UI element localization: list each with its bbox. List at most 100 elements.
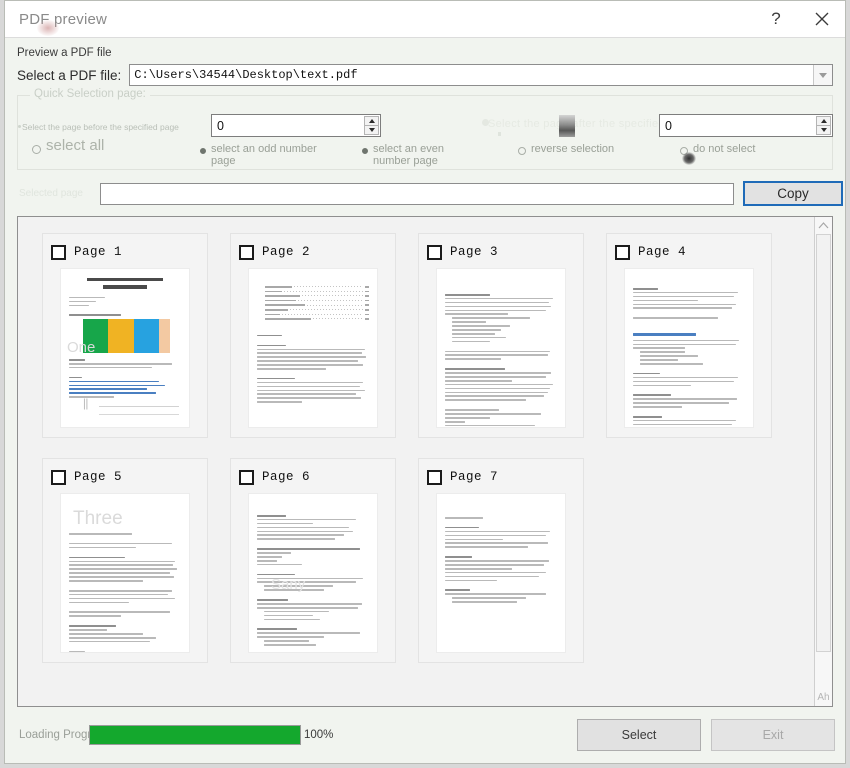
page-card-header: Page 4 — [615, 242, 763, 262]
page-watermark: Sany — [271, 576, 305, 593]
after-page-spinner[interactable]: 0 — [659, 114, 833, 137]
page-label: Page 2 — [262, 245, 310, 259]
page-thumbnail[interactable] — [436, 493, 566, 653]
page-card-header: Page 3 — [427, 242, 575, 262]
doc-subtitle-line — [103, 285, 148, 288]
signature-glyph: || — [83, 395, 88, 411]
before-page-spin-up[interactable] — [364, 116, 379, 126]
radio-select-all[interactable]: select all — [32, 140, 104, 154]
page-label: Page 6 — [262, 470, 310, 484]
pdf-path-combobox[interactable]: C:\Users\34544\Desktop\text.pdf — [129, 64, 833, 86]
page-thumbnail[interactable]: One || — [60, 268, 190, 428]
after-page-value: 0 — [660, 119, 672, 133]
help-button[interactable]: ? — [753, 1, 799, 37]
scroll-down-button[interactable]: Ah — [815, 689, 832, 706]
radio-icon — [518, 147, 526, 155]
page-card-header: Page 2 — [239, 242, 387, 262]
loading-progress-bar — [89, 725, 301, 745]
dialog-body: Preview a PDF file Select a PDF file: C:… — [5, 38, 845, 707]
radio-icon — [200, 148, 206, 154]
blue-heading — [633, 333, 696, 335]
before-page-label: Select the page before the specified pag… — [22, 122, 179, 132]
pdf-path-value: C:\Users\34544\Desktop\text.pdf — [130, 68, 357, 82]
table-cell-peach — [159, 319, 170, 353]
page-card[interactable]: Page 2 — [230, 233, 396, 438]
page-card[interactable]: Page 3 — [418, 233, 584, 438]
progress-percent: 100% — [304, 729, 333, 741]
triangle-down-icon — [821, 128, 827, 132]
after-page-spin-buttons[interactable] — [816, 116, 831, 135]
toc-entry — [265, 314, 369, 316]
triangle-up-icon — [821, 119, 827, 123]
radio-select-even-label: select an even number page — [373, 144, 481, 167]
before-page-spin-buttons[interactable] — [364, 116, 379, 135]
quick-selection-title: Quick Selection page: — [30, 88, 150, 100]
close-icon — [814, 11, 830, 27]
page-watermark: Three — [73, 508, 123, 530]
progress-fill — [90, 726, 300, 744]
dialog-footer: Loading Progress 100% Select Exit — [5, 707, 845, 763]
page-card[interactable]: Page 4 — [606, 233, 772, 438]
page-label: Page 3 — [450, 245, 498, 259]
triangle-down-icon — [369, 128, 375, 132]
page-thumbnail[interactable] — [248, 268, 378, 428]
preview-section-label: Preview a PDF file — [17, 47, 833, 59]
page-card-header: Page 5 — [51, 467, 199, 487]
page-checkbox[interactable] — [615, 245, 630, 260]
page-card[interactable]: Page 7 — [418, 458, 584, 663]
chevron-down-icon — [819, 73, 827, 78]
radio-reverse-selection[interactable]: reverse selection — [518, 144, 614, 156]
after-page-spin-up[interactable] — [816, 116, 831, 126]
selected-pages-input[interactable] — [100, 183, 734, 205]
page-card-header: Page 1 — [51, 242, 199, 262]
page-checkbox[interactable] — [51, 470, 66, 485]
page-checkbox[interactable] — [427, 470, 442, 485]
exit-button[interactable]: Exit — [711, 719, 835, 751]
radio-icon — [32, 145, 41, 154]
window-controls: ? — [753, 1, 845, 37]
toc-entry — [265, 304, 369, 306]
table-cell-blue — [134, 319, 159, 353]
page-card[interactable]: Page 6 — [230, 458, 396, 663]
file-select-label: Select a PDF file: — [17, 68, 121, 83]
radio-select-odd[interactable]: select an odd number page — [200, 144, 319, 167]
file-select-row: Select a PDF file: C:\Users\34544\Deskto… — [17, 64, 833, 86]
page-card[interactable]: Page 5 — [42, 458, 208, 663]
radio-icon — [362, 148, 368, 154]
spinner-row: Select the page before the specified pag… — [18, 114, 832, 138]
thumbnail-scrollbar[interactable]: Ah — [814, 217, 832, 706]
page-checkbox[interactable] — [51, 245, 66, 260]
select-button[interactable]: Select — [577, 719, 701, 751]
thumbnail-scroll-area: Page 1 — [18, 217, 815, 706]
page-card[interactable]: Page 1 — [42, 233, 208, 438]
combobox-dropdown-button[interactable] — [813, 65, 832, 85]
copy-button[interactable]: Copy — [743, 181, 843, 206]
scroll-up-button[interactable] — [815, 217, 832, 234]
scrollbar-track[interactable] — [815, 234, 832, 689]
before-page-spin-down[interactable] — [364, 126, 379, 135]
after-page-spin-down[interactable] — [816, 126, 831, 135]
radio-select-odd-label: select an odd number page — [211, 144, 319, 167]
before-page-spinner[interactable]: 0 — [211, 114, 381, 137]
title-bar: PDF preview ? — [5, 1, 845, 38]
page-thumbnail[interactable]: Three — [60, 493, 190, 653]
copy-row: Selected page Copy — [17, 181, 833, 206]
radio-before-page[interactable] — [18, 125, 21, 128]
page-watermark: One — [67, 339, 95, 356]
page-checkbox[interactable] — [239, 470, 254, 485]
page-thumbnail[interactable] — [624, 268, 754, 428]
page-thumbnail[interactable]: Sany — [248, 493, 378, 653]
quick-selection-radios: select all select an odd number page sel… — [18, 144, 832, 168]
page-thumbnail[interactable] — [436, 268, 566, 428]
close-button[interactable] — [799, 1, 845, 37]
page-card-header: Page 7 — [427, 467, 575, 487]
page-thumbnail-panel: Page 1 — [17, 216, 833, 707]
radio-select-even[interactable]: select an even number page — [362, 144, 481, 167]
page-checkbox[interactable] — [427, 245, 442, 260]
radio-icon — [680, 147, 688, 155]
radio-do-not-select[interactable]: do not select — [680, 144, 755, 156]
scrollbar-thumb[interactable] — [816, 234, 831, 652]
toc-entry — [265, 309, 369, 311]
page-checkbox[interactable] — [239, 245, 254, 260]
triangle-up-icon — [369, 119, 375, 123]
